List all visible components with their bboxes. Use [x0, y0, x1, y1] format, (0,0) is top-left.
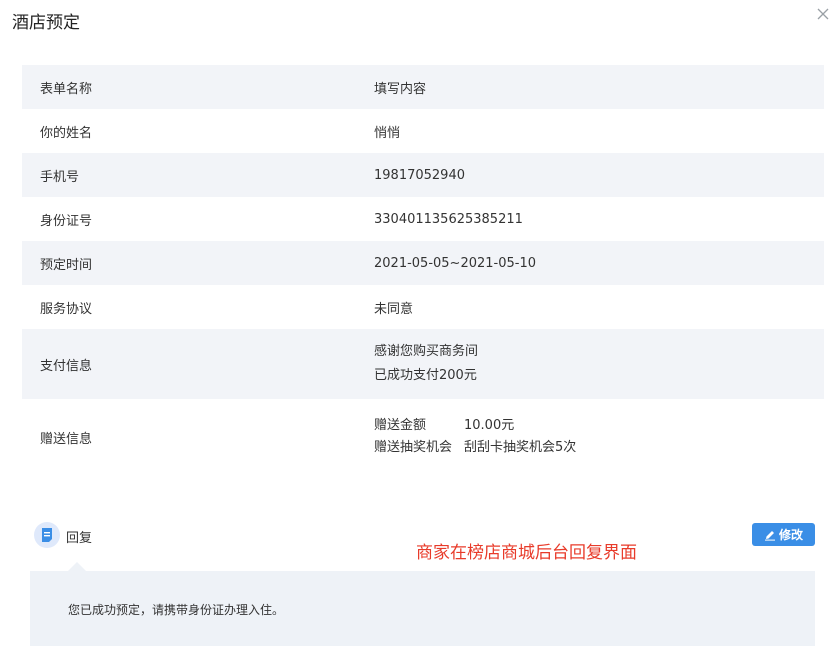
table-row: 手机号 19817052940 [22, 153, 824, 197]
annotation-text: 商家在榜店商城后台回复界面 [416, 543, 637, 563]
pencil-icon [764, 530, 775, 541]
gift-item: 赠送金额 10.00元 [374, 415, 824, 437]
form-table: 表单名称 填写内容 你的姓名 悄悄 手机号 19817052940 身份证号 3… [22, 65, 824, 475]
field-name: 手机号 [40, 169, 80, 185]
field-name: 身份证号 [40, 213, 93, 229]
table-header-row: 表单名称 填写内容 [22, 65, 824, 109]
dialog-title: 酒店预定 [12, 13, 80, 33]
gift-item: 赠送抽奖机会 刮刮卡抽奖机会5次 [374, 437, 824, 459]
edit-button[interactable]: 修改 [752, 523, 815, 546]
payment-line: 已成功支付200元 [374, 368, 477, 383]
header-name: 表单名称 [40, 81, 93, 97]
field-name: 你的姓名 [40, 125, 93, 141]
field-name: 赠送信息 [40, 431, 93, 447]
reply-box: 您已成功预定，请携带身份证办理入住。 [30, 562, 815, 646]
message-icon [34, 522, 60, 548]
reply-label: 回复 [66, 531, 93, 546]
field-name: 服务协议 [40, 301, 93, 317]
table-row-payment: 支付信息 感谢您购买商务间 已成功支付200元 [22, 329, 824, 399]
gift-key: 赠送抽奖机会 [374, 440, 453, 455]
table-row: 预定时间 2021-05-05~2021-05-10 [22, 241, 824, 285]
edit-label: 修改 [778, 528, 803, 542]
gift-key: 赠送金额 [374, 418, 427, 433]
header-value: 填写内容 [374, 81, 427, 97]
close-icon[interactable] [814, 5, 832, 23]
reply-box-pointer [68, 562, 86, 571]
reply-content: 您已成功预定，请携带身份证办理入住。 [68, 603, 285, 617]
table-row: 身份证号 330401135625385211 [22, 197, 824, 241]
field-value: 330401135625385211 [374, 211, 523, 227]
field-name: 支付信息 [40, 358, 93, 374]
gift-value: 10.00元 [464, 418, 515, 433]
field-name: 预定时间 [40, 257, 93, 273]
table-row-gift: 赠送信息 赠送金额 10.00元 赠送抽奖机会 刮刮卡抽奖机会5次 [22, 399, 824, 475]
table-row: 你的姓名 悄悄 [22, 109, 824, 153]
field-value: 未同意 [374, 301, 414, 317]
field-value: 19817052940 [374, 167, 465, 183]
table-row: 服务协议 未同意 [22, 285, 824, 329]
gift-value: 刮刮卡抽奖机会5次 [464, 440, 577, 455]
field-value: 悄悄 [374, 125, 401, 141]
payment-line: 感谢您购买商务间 [374, 344, 479, 359]
field-value: 2021-05-05~2021-05-10 [374, 255, 536, 271]
